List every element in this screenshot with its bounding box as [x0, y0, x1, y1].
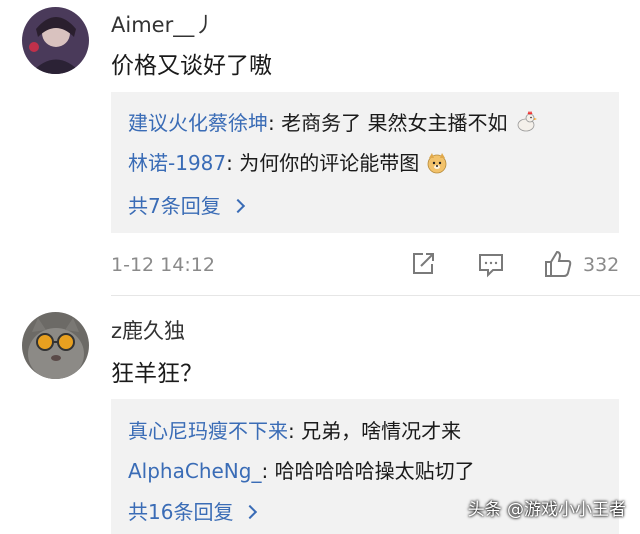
chevron-right-icon — [230, 198, 245, 214]
rooster-emoji-icon — [514, 110, 538, 139]
more-replies-link[interactable]: 共16条回复 — [128, 496, 258, 525]
doge-emoji-icon — [426, 152, 448, 179]
reply-item[interactable]: AlphaCheNg_: 哈哈哈哈哈操太贴切了 — [128, 455, 475, 484]
reply-separator: : — [226, 151, 240, 175]
reply-box[interactable]: 建议火化蔡徐坤: 老商务了 果然女主播不如 林诺-1987: 为何你的评论能带图 — [111, 92, 619, 233]
comment-text: 狂羊狂？ — [111, 361, 203, 387]
avatar[interactable] — [22, 7, 89, 74]
watermark: 头条 @游戏小小王者 — [467, 500, 626, 520]
reply-author[interactable]: 建议火化蔡徐坤 — [128, 111, 268, 135]
comment-icon[interactable] — [477, 252, 505, 282]
reply-item[interactable]: 真心尼玛瘦不下来: 兄弟，啥情况才来 — [128, 415, 461, 444]
reply-text: 为何你的评论能带图 — [239, 151, 420, 175]
reply-item[interactable]: 林诺-1987: 为何你的评论能带图 — [128, 147, 448, 179]
more-replies-label: 共7条回复 — [128, 194, 221, 218]
reply-text: 老商务了 果然女主播不如 — [281, 111, 508, 135]
reply-item[interactable]: 建议火化蔡徐坤: 老商务了 果然女主播不如 — [128, 107, 538, 139]
reply-text: 兄弟，啥情况才来 — [301, 419, 462, 443]
comment-item: Aimer__丿 价格又谈好了嗷 建议火化蔡徐坤: 老商务了 果然女主播不如 林… — [0, 0, 640, 296]
share-icon[interactable] — [410, 251, 436, 281]
timestamp: 1-12 14:12 — [111, 254, 215, 276]
more-replies-link[interactable]: 共7条回复 — [128, 190, 245, 219]
username[interactable]: z鹿久独 — [111, 315, 185, 345]
reply-author[interactable]: 林诺-1987 — [128, 151, 226, 175]
like-count: 332 — [583, 254, 620, 276]
reply-text: 哈哈哈哈哈操太贴切了 — [274, 459, 475, 483]
chevron-right-icon — [243, 504, 258, 520]
more-replies-label: 共16条回复 — [128, 500, 234, 524]
comment-text: 价格又谈好了嗷 — [111, 53, 272, 79]
reply-separator: : — [268, 111, 282, 135]
reply-separator: : — [261, 459, 275, 483]
reply-author[interactable]: 真心尼玛瘦不下来 — [128, 419, 288, 443]
reply-separator: : — [288, 419, 302, 443]
like-icon[interactable] — [543, 249, 573, 283]
username[interactable]: Aimer__丿 — [111, 9, 215, 39]
avatar[interactable] — [22, 312, 89, 379]
reply-author[interactable]: AlphaCheNg_ — [128, 459, 261, 483]
